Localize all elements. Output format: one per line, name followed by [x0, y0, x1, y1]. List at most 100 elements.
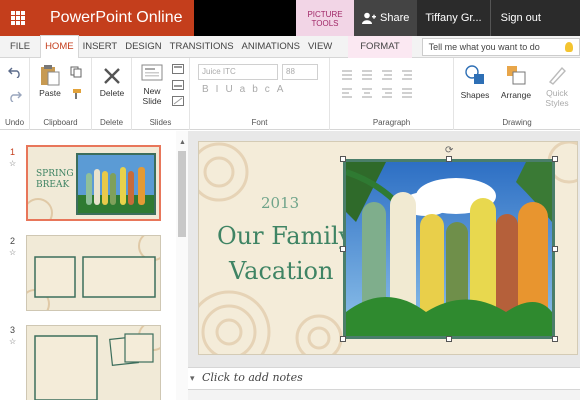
thumbnail-2-art [27, 236, 160, 310]
scroll-up-icon[interactable]: ▲ [179, 139, 186, 146]
paste-label: Paste [39, 88, 61, 98]
copy-icon[interactable] [70, 66, 82, 78]
share-label: Share [380, 12, 410, 24]
tab-animations[interactable]: ANIMATIONS [238, 36, 304, 58]
tell-me-placeholder: Tell me what you want to do [428, 41, 540, 52]
paragraph-format-icons[interactable] [340, 68, 444, 100]
arrange-label: Arrange [500, 90, 532, 100]
slide-thumbnail-3[interactable] [26, 325, 161, 400]
resize-handle[interactable] [552, 246, 558, 252]
title-bar: PowerPoint Online PICTURE TOOLS Share Ti… [0, 0, 580, 36]
surfboards-photo[interactable] [343, 159, 555, 339]
slide-title-line-2: Vacation [229, 257, 334, 285]
lightbulb-icon [565, 41, 573, 52]
font-name-dropdown[interactable]: Juice ITC [198, 64, 278, 80]
user-name[interactable]: Tiffany Gr... [417, 12, 489, 24]
add-person-icon [362, 12, 376, 24]
rotate-handle-icon[interactable]: ⟳ [445, 145, 453, 156]
paste-button[interactable]: Paste [36, 62, 64, 102]
resize-handle[interactable] [446, 336, 452, 342]
shapes-icon [465, 65, 484, 84]
notes-pane[interactable]: ▾ Click to add notes [188, 367, 580, 389]
clipboard-group-label: Clipboard [43, 118, 78, 127]
slide-year: 2013 [261, 194, 300, 212]
slide-thumbnail-pane: 1 ☆ SPRING BREAK 2 ☆ 3 ☆ ▲ [0, 131, 188, 400]
animation-star-icon: ☆ [9, 159, 17, 168]
layout-icon[interactable] [172, 64, 184, 74]
powerpoint-online-window: PowerPoint Online PICTURE TOOLS Share Ti… [0, 0, 580, 400]
clipboard-group: Paste Clipboard [30, 58, 92, 130]
quick-styles-label: Quick Styles [545, 88, 569, 108]
resize-handle[interactable] [340, 156, 346, 162]
slides-group-label: Slides [149, 118, 172, 127]
new-slide-button[interactable]: New Slide [136, 62, 168, 112]
app-name[interactable]: PowerPoint Online [36, 0, 194, 36]
current-slide[interactable]: 2013 Our Family Vacation ⟳ [198, 141, 578, 355]
resize-handle[interactable] [340, 336, 346, 342]
paragraph-group: Paragraph [330, 58, 454, 130]
hide-slide-icon[interactable] [172, 96, 184, 106]
tab-file[interactable]: FILE [0, 36, 40, 58]
quick-styles-icon [548, 66, 566, 85]
scroll-thumb[interactable] [178, 151, 186, 237]
undo-group: Undo [0, 58, 30, 130]
arrange-button[interactable]: Arrange [496, 62, 536, 108]
animation-star-icon: ☆ [9, 248, 17, 257]
share-button[interactable]: Share [354, 0, 418, 36]
thumbnail-1-line2: BREAK [36, 180, 70, 190]
tab-transitions[interactable]: TRANSITIONS [166, 36, 238, 58]
tab-insert[interactable]: INSERT [79, 36, 122, 58]
delete-button[interactable]: Delete [94, 62, 130, 102]
waffle-icon [11, 11, 25, 25]
format-painter-icon[interactable] [70, 88, 82, 100]
surfboards-image [346, 162, 552, 336]
new-slide-label: New Slide [142, 86, 162, 106]
tell-me-search-input[interactable]: Tell me what you want to do [421, 37, 580, 56]
delete-label: Delete [99, 88, 125, 98]
document-title-area [194, 0, 296, 36]
tab-view[interactable]: VIEW [304, 36, 336, 58]
tab-home[interactable]: HOME [40, 35, 79, 58]
resize-handle[interactable] [552, 336, 558, 342]
notes-placeholder: Click to add notes [202, 371, 303, 384]
resize-handle[interactable] [552, 156, 558, 162]
tab-design[interactable]: DESIGN [121, 36, 165, 58]
shapes-button[interactable]: Shapes [456, 62, 494, 108]
ribbon: Undo Paste Clipboard Delete Delete New S… [0, 58, 580, 130]
paragraph-group-label: Paragraph [372, 118, 411, 127]
drawing-group: Shapes Arrange Quick Styles Drawing [454, 58, 580, 130]
sign-out-link[interactable]: Sign out [489, 0, 551, 36]
undo-icon[interactable] [8, 66, 22, 78]
quick-styles-button[interactable]: Quick Styles [538, 62, 576, 112]
ribbon-tabs: FILE HOME INSERT DESIGN TRANSITIONS ANIM… [0, 35, 580, 58]
slide-editing-canvas: 2013 Our Family Vacation ⟳ [188, 131, 580, 367]
resize-handle[interactable] [446, 156, 452, 162]
delete-group: Delete Delete [92, 58, 132, 130]
redo-icon[interactable] [8, 90, 22, 102]
font-group: Juice ITC 88 BIUabcA Font [190, 58, 330, 130]
resize-handle[interactable] [340, 246, 346, 252]
thumbnail-1-line1: SPRING [36, 169, 74, 179]
tab-format[interactable]: FORMAT [348, 35, 412, 58]
thumbnail-number: 3 [10, 325, 16, 335]
thumbnail-3-art [34, 326, 160, 400]
font-format-icons[interactable]: BIUabcA [202, 84, 290, 95]
thumbnail-scrollbar[interactable]: ▲ [176, 131, 188, 400]
clipboard-icon [41, 65, 60, 86]
app-launcher-button[interactable] [0, 0, 36, 36]
slides-group: New Slide Slides [132, 58, 190, 130]
new-slide-icon [141, 64, 163, 81]
font-group-label: Font [251, 118, 268, 127]
slide-thumbnail-2[interactable] [26, 235, 161, 311]
drawing-group-label: Drawing [502, 118, 532, 127]
duplicate-slide-icon[interactable] [172, 80, 184, 90]
thumbnail-number: 1 [10, 147, 16, 157]
slide-thumbnail-1[interactable]: SPRING BREAK [26, 145, 161, 221]
undo-group-label: Undo [4, 118, 25, 127]
animation-star-icon: ☆ [9, 337, 17, 346]
font-size-dropdown[interactable]: 88 [282, 64, 318, 80]
thumbnail-number: 2 [10, 236, 16, 246]
delete-x-icon [104, 68, 120, 84]
slide-title-line-1: Our Family [217, 222, 353, 250]
chevron-down-icon[interactable]: ▾ [190, 374, 200, 384]
